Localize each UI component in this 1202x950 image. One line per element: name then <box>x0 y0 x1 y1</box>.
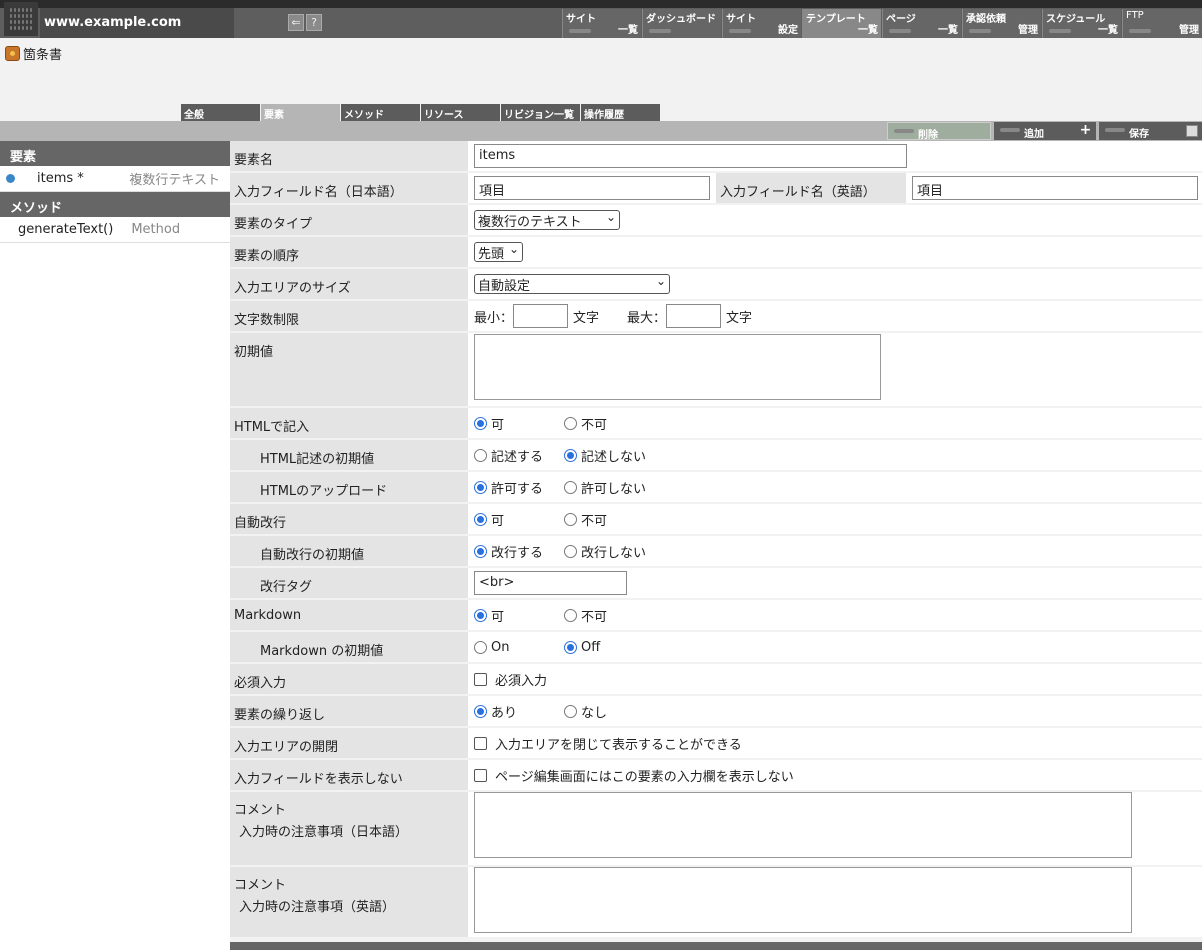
field-en-input[interactable]: 項目 <box>912 176 1198 200</box>
default-textarea[interactable] <box>474 334 881 400</box>
nav-approval[interactable]: 承認依頼 管理 <box>962 9 1041 38</box>
autobr-label: 自動改行 <box>230 504 468 534</box>
html-default-label: HTML記述の初期値 <box>230 440 468 470</box>
nav-site-settings[interactable]: サイト 設定 <box>722 9 801 38</box>
markdown-default-label: Markdown の初期値 <box>230 632 468 662</box>
limit-max-label: 最大： <box>627 310 667 326</box>
tab-revisions[interactable]: リビジョン一覧 <box>501 104 580 121</box>
field-ja-label: 入力フィールド名（日本語） <box>230 173 468 203</box>
plus-icon: + <box>1079 122 1092 138</box>
top-bar: www.example.com ⇐ ? サイト 一覧 ダッシュボード サイト 設定 … <box>0 0 1202 38</box>
nav-page-list[interactable]: ページ 一覧 <box>882 9 961 38</box>
html-default-yes-radio[interactable]: 記述する <box>474 446 564 465</box>
tab-elements[interactable]: 要素 <box>261 104 340 121</box>
type-select[interactable]: 複数行のテキスト <box>474 210 620 230</box>
repeat-no-radio[interactable]: なし <box>564 702 607 721</box>
limit-min-label: 最小： <box>474 310 514 326</box>
autobr-default-no-radio[interactable]: 改行しない <box>564 542 646 561</box>
brtag-input[interactable]: <br> <box>474 571 627 595</box>
default-label: 初期値 <box>230 333 468 406</box>
template-icon <box>5 46 20 61</box>
top-strip <box>0 0 1202 8</box>
markdown-no-radio[interactable]: 不可 <box>564 606 607 625</box>
size-select[interactable]: 自動設定 <box>474 274 670 294</box>
html-upload-disallow-radio[interactable]: 許可しない <box>564 478 646 497</box>
nav-schedule[interactable]: スケジュール 一覧 <box>1042 9 1121 38</box>
collapse-checkbox[interactable] <box>474 736 487 750</box>
sidebar-item-generate-text[interactable]: generateText() Method <box>0 217 230 243</box>
limit-max-input[interactable] <box>666 304 722 328</box>
limit-min-input[interactable] <box>513 304 569 328</box>
name-input[interactable]: items <box>474 144 907 168</box>
order-label: 要素の順序 <box>230 237 468 267</box>
selected-dot-icon <box>6 174 15 183</box>
app-logo-icon[interactable] <box>4 2 38 36</box>
markdown-yes-radio[interactable]: 可 <box>474 606 564 625</box>
sidebar-elements-heading: 要素 <box>0 141 230 166</box>
repeat-yes-radio[interactable]: あり <box>474 702 564 721</box>
help-icon[interactable]: ? <box>306 14 322 31</box>
delete-button[interactable]: 削除 <box>887 122 991 141</box>
field-en-label: 入力フィールド名（英語） <box>716 173 906 203</box>
html-upload-allow-radio[interactable]: 許可する <box>474 478 564 497</box>
sidebar-item-items[interactable]: items * 複数行テキスト <box>0 166 230 192</box>
autobr-no-radio[interactable]: 不可 <box>564 510 607 529</box>
sidebar-methods-heading: メソッド <box>0 192 230 217</box>
comment-ja-label: コメント 入力時の注意事項（日本語） <box>230 792 468 865</box>
save-icon <box>1186 125 1198 137</box>
html-yes-radio[interactable]: 可 <box>474 414 564 433</box>
site-domain[interactable]: www.example.com <box>40 8 234 38</box>
type-label: 要素のタイプ <box>230 205 468 235</box>
markdown-on-radio[interactable]: On <box>474 640 564 655</box>
html-default-no-radio[interactable]: 記述しない <box>564 446 646 465</box>
field-ja-input[interactable]: 項目 <box>474 176 710 200</box>
footer-bar <box>230 942 1202 950</box>
limit-max-unit: 文字 <box>726 310 753 326</box>
limit-min-unit: 文字 <box>573 310 600 326</box>
required-label: 必須入力 <box>230 664 468 694</box>
autobr-default-yes-radio[interactable]: 改行する <box>474 542 564 561</box>
required-checkbox[interactable] <box>474 672 487 686</box>
html-no-radio[interactable]: 不可 <box>564 414 607 433</box>
nav-ftp[interactable]: FTP 管理 <box>1122 9 1202 38</box>
tab-resources[interactable]: リソース <box>421 104 500 121</box>
document-title: 箇条書 <box>5 44 62 63</box>
autobr-default-label: 自動改行の初期値 <box>230 536 468 566</box>
comment-en-textarea[interactable] <box>474 867 1132 933</box>
limit-label: 文字数制限 <box>230 301 468 331</box>
markdown-off-radio[interactable]: Off <box>564 640 600 655</box>
repeat-label: 要素の繰り返し <box>230 696 468 726</box>
order-select[interactable]: 先頭 <box>474 242 523 262</box>
tab-bar: 全般 要素 メソッド リソース リビジョン一覧 操作履歴 <box>181 104 660 121</box>
tab-general[interactable]: 全般 <box>181 104 260 121</box>
tab-methods[interactable]: メソッド <box>341 104 420 121</box>
nav-template-list[interactable]: テンプレート 一覧 <box>802 9 881 38</box>
sidebar: 要素 items * 複数行テキスト メソッド generateText() M… <box>0 141 230 950</box>
element-form: 要素名 items 入力フィールド名（日本語） 項目 入力フィールド名（英語） … <box>230 141 1202 939</box>
name-label: 要素名 <box>230 141 468 171</box>
markdown-label: Markdown <box>230 600 468 630</box>
html-label: HTMLで記入 <box>230 408 468 438</box>
brtag-label: 改行タグ <box>230 568 468 598</box>
collapse-label: 入力エリアの開閉 <box>230 728 468 758</box>
save-button[interactable]: 保存 <box>1099 122 1202 140</box>
size-label: 入力エリアのサイズ <box>230 269 468 299</box>
comment-en-label: コメント 入力時の注意事項（英語） <box>230 867 468 937</box>
nav-site-list[interactable]: サイト 一覧 <box>562 9 641 38</box>
autobr-yes-radio[interactable]: 可 <box>474 510 564 529</box>
tab-history[interactable]: 操作履歴 <box>581 104 660 121</box>
hide-label: 入力フィールドを表示しない <box>230 760 468 790</box>
back-icon[interactable]: ⇐ <box>288 14 304 31</box>
add-button[interactable]: 追加 + <box>994 122 1096 140</box>
nav-dashboard[interactable]: ダッシュボード <box>642 9 721 38</box>
comment-ja-textarea[interactable] <box>474 792 1132 858</box>
hide-checkbox[interactable] <box>474 768 487 782</box>
html-upload-label: HTMLのアップロード <box>230 472 468 502</box>
